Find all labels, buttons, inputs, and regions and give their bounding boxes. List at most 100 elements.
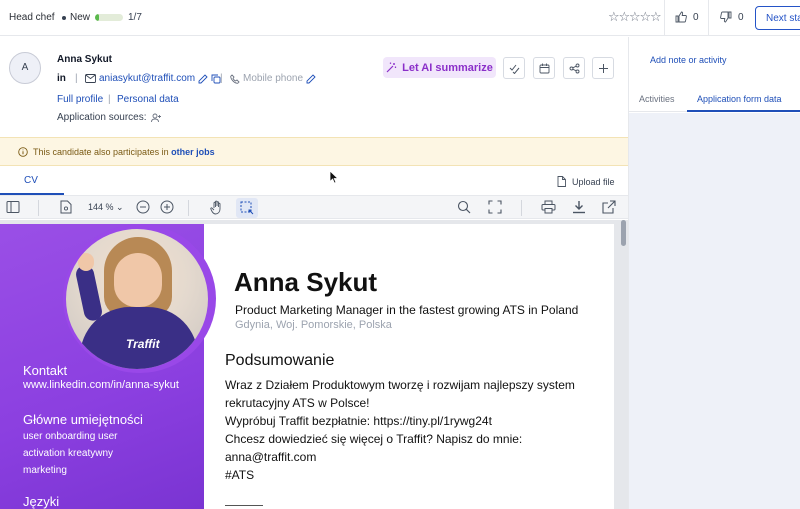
cv-headline: Product Marketing Manager in the fastest…	[235, 303, 579, 317]
divider: |	[220, 73, 223, 84]
page-fit-icon[interactable]	[60, 200, 72, 214]
photo-brand-logo: Traffit	[126, 337, 160, 351]
application-sources-label: Application sources:	[57, 112, 147, 123]
add-user-icon[interactable]	[150, 113, 162, 123]
edit-icon[interactable]	[198, 73, 208, 84]
star-icon[interactable]: ☆	[608, 10, 620, 24]
cv-skill-item: marketing	[23, 465, 67, 476]
mail-icon	[85, 74, 96, 83]
stage-dot-icon	[62, 16, 66, 20]
checklist-icon	[509, 64, 519, 74]
divider	[521, 200, 522, 216]
cv-summary-line: #ATS	[225, 468, 255, 482]
upload-file-button[interactable]: Upload file	[557, 176, 615, 187]
download-icon[interactable]	[572, 200, 586, 214]
share-button[interactable]	[563, 57, 585, 79]
star-icon[interactable]: ☆	[640, 10, 652, 24]
cv-summary-line: Chcesz dowiedzieć się więcej o Traffit? …	[225, 432, 523, 446]
rating-stars[interactable]: ☆ ☆ ☆ ☆ ☆	[608, 10, 662, 24]
top-bar: Head chef New 1/7 ☆☆☆☆☆ 0 0 Next stage	[0, 0, 800, 36]
tab-activities[interactable]: Activities	[639, 94, 675, 104]
cv-name: Anna Sykut	[234, 267, 378, 297]
vertical-scrollbar[interactable]	[621, 220, 626, 246]
mouse-cursor-icon	[329, 170, 339, 184]
marquee-select-icon	[240, 201, 254, 215]
tab-application-form[interactable]: Application form data	[697, 94, 782, 104]
stage-count: 1/7	[128, 12, 142, 23]
zoom-in-icon[interactable]	[160, 200, 174, 214]
activity-panel: Add note or activity Activities Applicat…	[628, 37, 800, 509]
alert-text: This candidate also participates in othe…	[33, 147, 215, 157]
edit-icon[interactable]	[306, 73, 316, 84]
search-icon[interactable]	[457, 200, 471, 214]
hand-tool-icon[interactable]	[210, 200, 224, 215]
star-icon[interactable]: ☆	[629, 10, 641, 24]
divider	[188, 200, 189, 216]
alert-message: This candidate also participates in	[33, 147, 169, 157]
cv-page: Traffit Kontakt www.linkedin.com/in/anna…	[0, 224, 614, 509]
select-tool-button[interactable]	[236, 198, 258, 218]
candidate-name: Anna Sykut	[57, 54, 113, 65]
pdf-toolbar: 144 % ⌄	[0, 195, 628, 219]
next-stage-button[interactable]: Next stage	[755, 6, 800, 30]
personal-data-link[interactable]: Personal data	[117, 94, 179, 105]
phone-placeholder[interactable]: Mobile phone	[243, 73, 303, 84]
ai-summarize-label: Let AI summarize	[402, 61, 493, 74]
cv-summary-line: anna@traffit.com	[225, 450, 317, 464]
zoom-value: 144 %	[88, 202, 114, 212]
tab-cv[interactable]: CV	[24, 175, 38, 186]
job-title[interactable]: Head chef	[9, 12, 55, 23]
dislike-button[interactable]: 0	[720, 11, 744, 23]
upload-file-label: Upload file	[572, 176, 615, 187]
magic-wand-icon	[386, 62, 397, 73]
zoom-out-icon[interactable]	[136, 200, 150, 214]
divider	[38, 200, 39, 216]
stage-label[interactable]: New	[70, 12, 90, 23]
stage-progress-fill	[95, 14, 99, 21]
linkedin-icon[interactable]: in	[57, 73, 66, 84]
open-external-icon[interactable]	[602, 200, 616, 214]
stage-progress-bar	[95, 14, 123, 21]
chevron-down-icon: ⌄	[116, 202, 124, 212]
zoom-select[interactable]: 144 % ⌄	[88, 202, 124, 213]
cv-skill-item: activation kreatywny	[23, 448, 114, 459]
sidebar-toggle-icon[interactable]	[6, 200, 20, 214]
share-icon	[569, 63, 579, 73]
ai-summarize-button[interactable]: Let AI summarize	[383, 57, 496, 78]
star-icon[interactable]: ☆	[650, 10, 662, 24]
fullscreen-icon[interactable]	[488, 200, 502, 214]
cv-location: Gdynia, Woj. Pomorskie, Polska	[235, 319, 392, 331]
divider: |	[75, 73, 78, 84]
cv-summary-heading: Podsumowanie	[225, 352, 335, 369]
cv-summary-line: rekrutacyjny ATS w Polsce!	[225, 396, 370, 410]
divider	[708, 0, 709, 36]
cv-contact-linkedin: www.linkedin.com/in/anna-sykut	[23, 379, 179, 391]
cv-contact-heading: Kontakt	[23, 363, 68, 378]
cv-summary-line: Wypróbuj Traffit bezpłatnie: https://tin…	[225, 414, 492, 428]
pdf-viewer[interactable]: Traffit Kontakt www.linkedin.com/in/anna…	[0, 220, 628, 509]
divider	[664, 0, 665, 36]
panel-body	[629, 113, 800, 509]
add-note-link[interactable]: Add note or activity	[650, 55, 727, 65]
divider	[225, 505, 263, 506]
schedule-button[interactable]	[533, 57, 555, 79]
full-profile-link[interactable]: Full profile	[57, 94, 103, 105]
cv-skills-heading: Główne umiejętności	[23, 412, 143, 427]
like-count: 0	[693, 11, 699, 23]
phone-icon	[230, 73, 240, 84]
candidate-photo: Traffit	[66, 229, 208, 369]
evaluate-button[interactable]	[503, 57, 525, 79]
like-button[interactable]: 0	[675, 11, 699, 23]
cv-summary-line: Wraz z Działem Produktowym tworzę i rozw…	[225, 378, 575, 392]
print-icon[interactable]	[541, 200, 556, 214]
phone-row: Mobile phone	[230, 73, 316, 84]
application-sources: Application sources:	[57, 112, 162, 123]
thumbs-down-icon	[720, 11, 732, 23]
info-icon	[18, 147, 28, 157]
add-button[interactable]	[592, 57, 614, 79]
email-link[interactable]: aniasykut@traffit.com	[99, 73, 195, 84]
calendar-icon	[539, 63, 549, 73]
star-icon[interactable]: ☆	[619, 10, 631, 24]
cv-languages-heading: Języki	[23, 494, 60, 509]
other-jobs-link[interactable]: other jobs	[171, 147, 215, 157]
